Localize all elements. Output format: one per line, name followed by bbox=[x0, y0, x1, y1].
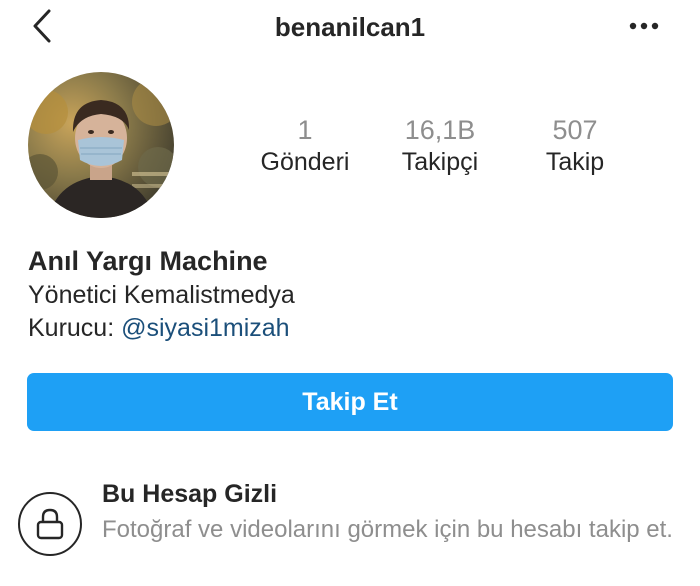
avatar[interactable] bbox=[28, 72, 174, 218]
following-count: 507 bbox=[552, 115, 598, 145]
bio-line-2: Kurucu: @siyasi1mizah bbox=[28, 312, 668, 345]
mention-link[interactable]: @siyasi1mizah bbox=[121, 314, 289, 342]
followers-label: Takipçi bbox=[401, 148, 479, 176]
profile-photo bbox=[28, 72, 174, 218]
bio-founder-prefix: Kurucu: bbox=[28, 314, 122, 342]
more-horizontal-icon bbox=[629, 22, 659, 30]
profile-page: benanilcan1 1 Gönderi 16,1B Takipçi 507 … bbox=[0, 0, 700, 586]
more-options-button[interactable] bbox=[626, 14, 662, 38]
top-bar: benanilcan1 bbox=[0, 0, 700, 58]
private-account-notice: Bu Hesap Gizli Fotoğraf ve videolarını g… bbox=[0, 470, 700, 586]
lock-icon-container bbox=[18, 492, 82, 556]
followers-stat[interactable]: 16,1B Takipçi bbox=[380, 114, 500, 178]
posts-label: Gönderi bbox=[260, 148, 350, 176]
posts-stat[interactable]: 1 Gönderi bbox=[245, 114, 365, 178]
private-account-description: Fotoğraf ve videolarını görmek için bu h… bbox=[102, 516, 673, 543]
following-label: Takip bbox=[545, 148, 605, 176]
followers-count: 16,1B bbox=[404, 115, 476, 145]
profile-bio: Anıl Yargı Machine Yönetici Kemalistmedy… bbox=[28, 243, 668, 345]
posts-count: 1 bbox=[297, 115, 313, 145]
bio-line-1: Yönetici Kemalistmedya bbox=[28, 281, 295, 309]
following-stat[interactable]: 507 Takip bbox=[515, 114, 635, 178]
lock-icon bbox=[36, 508, 64, 540]
follow-button[interactable]: Takip Et bbox=[27, 373, 673, 431]
profile-stats: 1 Gönderi 16,1B Takipçi 507 Takip bbox=[240, 114, 640, 184]
profile-username: benanilcan1 bbox=[274, 12, 426, 42]
private-account-title: Bu Hesap Gizli bbox=[102, 480, 278, 508]
display-name: Anıl Yargı Machine bbox=[28, 246, 268, 276]
